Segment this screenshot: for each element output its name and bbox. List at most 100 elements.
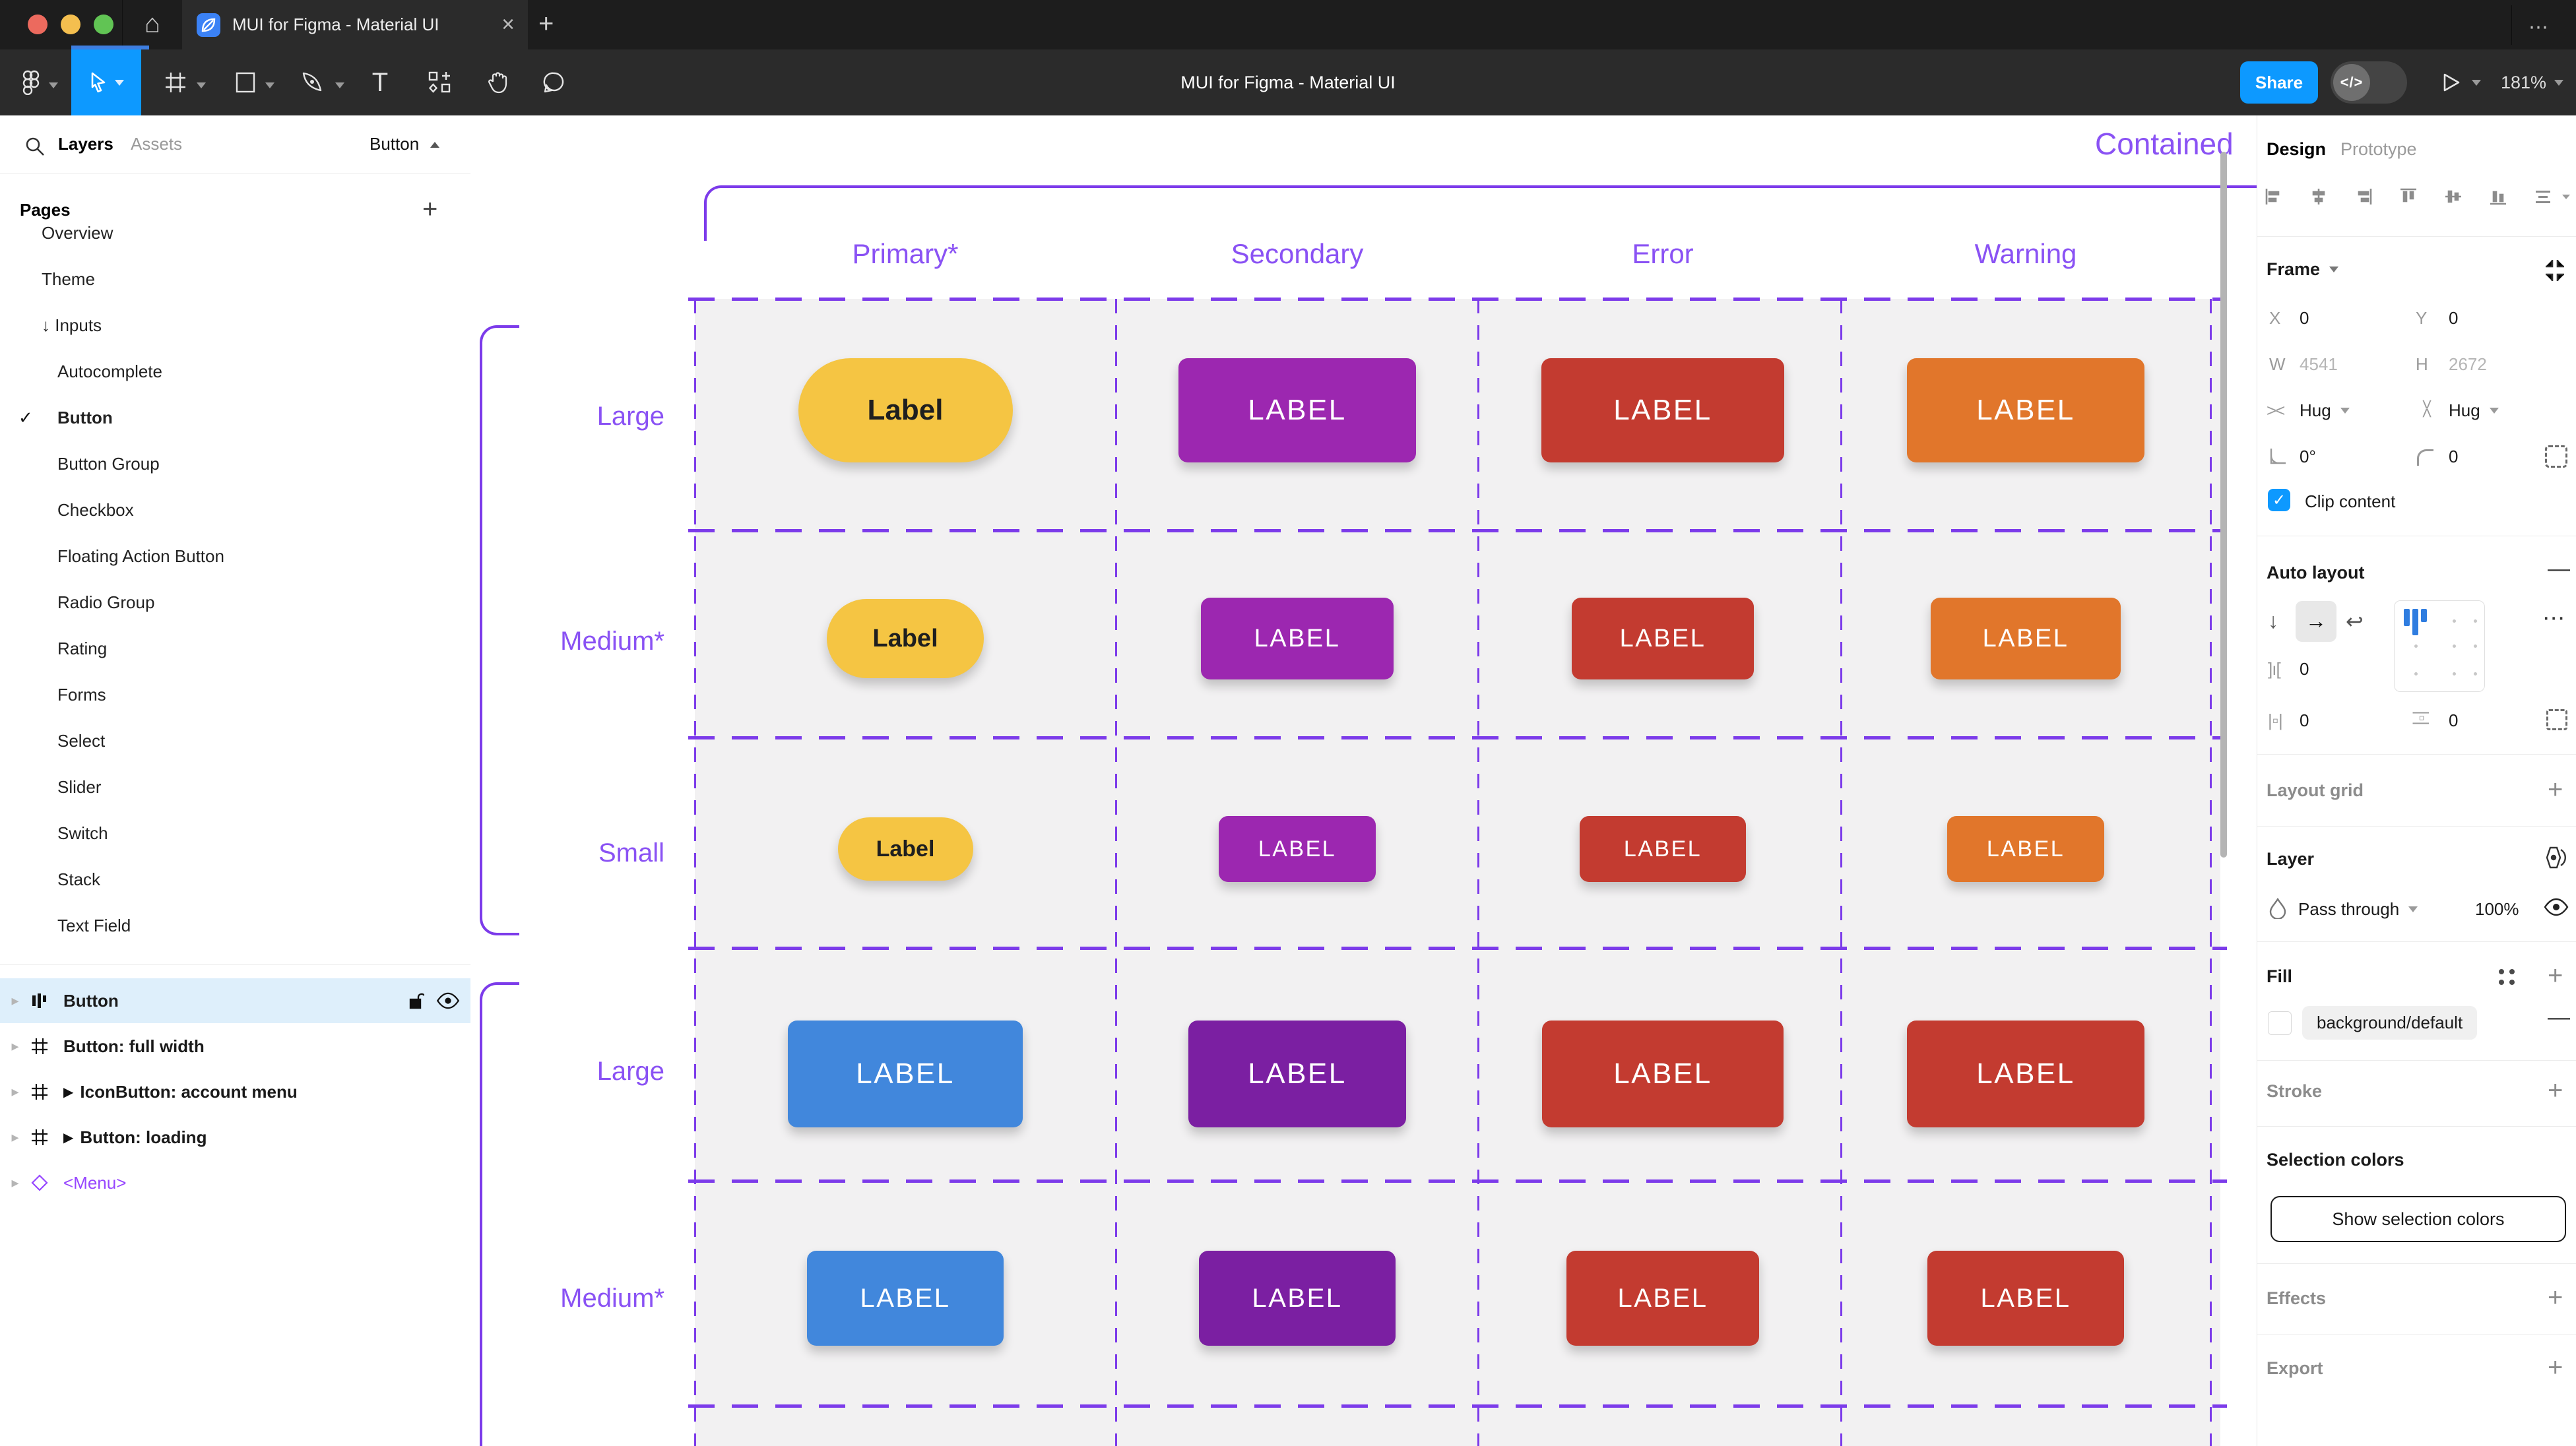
independent-padding-icon[interactable] [2546,709,2567,730]
frame-tool-button[interactable] [157,49,194,115]
specimen-button-r5-c4[interactable]: LABEL [1927,1251,2124,1346]
present-button[interactable] [2441,49,2481,115]
canvas[interactable]: Contained Primary*SecondaryErrorWarning … [470,115,2257,1446]
expand-chevron-icon[interactable]: ▸ [5,992,25,1009]
rotation-value[interactable]: 0° [2300,447,2316,467]
add-export-button[interactable]: + [2548,1354,2563,1381]
hug-vertical-select[interactable]: Hug [2449,400,2499,421]
w-value[interactable]: 4541 [2300,354,2338,375]
sidebar-page-floating-action-button[interactable]: Floating Action Button [0,534,470,578]
share-button[interactable]: Share [2240,61,2318,104]
main-menu-chevron-icon[interactable] [49,80,58,92]
specimen-button-r4-c2[interactable]: LABEL [1188,1021,1406,1127]
specimen-button-r3-c4[interactable]: LABEL [1947,816,2104,882]
collapse-icon[interactable] [2544,259,2566,282]
align-horizontal-center-icon[interactable] [2309,187,2329,206]
add-stroke-button[interactable]: + [2548,1077,2563,1104]
expand-chevron-icon[interactable]: ▸ [5,1038,25,1055]
comment-tool-button[interactable] [534,49,574,115]
sidebar-page-inputs[interactable]: ↓ Inputs [0,303,470,347]
align-right-icon[interactable] [2354,187,2373,206]
blend-mode-icon[interactable] [2544,846,2567,869]
window-zoom-button[interactable] [94,15,113,34]
sidebar-page-checkbox[interactable]: Checkbox [0,488,470,532]
new-tab-button[interactable]: + [538,9,554,39]
tab-prototype[interactable]: Prototype [2340,139,2417,160]
specimen-button-r5-c3[interactable]: LABEL [1566,1251,1759,1346]
specimen-button-r2-c2[interactable]: LABEL [1201,598,1394,679]
eye-icon[interactable] [2544,898,2569,916]
specimen-button-r4-c1[interactable]: LABEL [788,1021,1023,1127]
sidebar-page-button[interactable]: ✓Button [0,396,470,439]
eye-icon[interactable] [436,992,460,1009]
specimen-button-r3-c2[interactable]: LABEL [1219,816,1376,882]
remove-auto-layout-button[interactable]: — [2548,556,2570,582]
text-tool-button[interactable]: T [362,49,399,115]
show-selection-colors-button[interactable]: Show selection colors [2270,1196,2566,1242]
sidebar-page-radio-group[interactable]: Radio Group [0,581,470,624]
auto-layout-alignment-grid[interactable] [2394,600,2485,692]
tab-design[interactable]: Design [2267,139,2326,160]
specimen-button-r1-c2[interactable]: LABEL [1178,358,1416,462]
padding-horizontal-value[interactable]: 0 [2300,710,2309,731]
component-selector-chevron-icon[interactable] [430,142,439,148]
sidebar-page-button-group[interactable]: Button Group [0,442,470,486]
tab-assets[interactable]: Assets [131,134,182,154]
add-layout-grid-button[interactable]: + [2548,776,2563,803]
zoom-menu[interactable]: 181% [2501,49,2563,115]
window-minimize-button[interactable] [61,15,80,34]
sidebar-page-select[interactable]: Select [0,719,470,763]
specimen-button-r2-c4[interactable]: LABEL [1931,598,2121,679]
align-vertical-center-icon[interactable] [2443,187,2463,206]
resources-tool-button[interactable] [420,49,459,115]
specimen-button-r1-c3[interactable]: LABEL [1541,358,1784,462]
auto-layout-right-button[interactable]: → [2296,601,2336,642]
sidebar-page-text-field[interactable]: Text Field [0,904,470,947]
dev-mode-toggle[interactable]: </> [2331,61,2407,104]
expand-chevron-icon[interactable]: ▸ [5,1174,25,1191]
figma-home-button[interactable]: ⌂ [122,0,183,49]
independent-corners-icon[interactable] [2545,445,2567,468]
figma-main-menu[interactable] [15,49,48,115]
opacity-value[interactable]: 100% [2475,899,2519,920]
auto-layout-more-button[interactable]: ⋯ [2542,605,2566,631]
padding-vertical-value[interactable]: 0 [2449,710,2458,731]
shape-tool-button[interactable] [227,49,264,115]
hug-horizontal-select[interactable]: Hug [2300,400,2350,421]
sidebar-page-slider[interactable]: Slider [0,765,470,809]
specimen-button-r4-c3[interactable]: LABEL [1542,1021,1784,1127]
specimen-button-r1-c1[interactable]: Label [798,358,1013,462]
specimen-button-r5-c1[interactable]: LABEL [807,1251,1004,1346]
canvas-scrollbar[interactable] [2220,152,2227,858]
search-icon[interactable] [24,135,46,158]
add-effect-button[interactable]: + [2548,1284,2563,1311]
shape-tool-chevron-icon[interactable] [265,80,274,92]
layer-row-button-selected[interactable]: ▸Button [0,978,470,1023]
sidebar-page-rating[interactable]: Rating [0,627,470,670]
pen-tool-chevron-icon[interactable] [335,80,344,92]
align-left-icon[interactable] [2264,187,2284,206]
layer-row-4[interactable]: ▸<Menu> [0,1160,470,1205]
layer-row-2[interactable]: ▸▶IconButton: account menu [0,1069,470,1114]
h-value[interactable]: 2672 [2449,354,2487,375]
unlock-icon[interactable] [408,991,424,1010]
fill-styles-icon[interactable] [2499,969,2515,985]
specimen-button-r2-c1[interactable]: Label [827,599,984,678]
specimen-button-r2-c3[interactable]: LABEL [1572,598,1754,679]
distribute-menu[interactable] [2533,187,2570,206]
tab-close-icon[interactable]: × [501,12,515,38]
specimen-button-r4-c4[interactable]: LABEL [1907,1021,2144,1127]
pen-tool-button[interactable] [293,49,333,115]
specimen-button-r3-c1[interactable]: Label [838,817,973,881]
auto-layout-down-button[interactable]: ↓ [2268,609,2278,633]
auto-layout-wrap-button[interactable]: ↩ [2346,609,2364,634]
layer-row-1[interactable]: ▸Button: full width [0,1024,470,1069]
hand-tool-button[interactable] [479,49,519,115]
component-selector[interactable]: Button [370,134,419,154]
fill-color-swatch[interactable] [2268,1011,2292,1035]
sidebar-page-switch[interactable]: Switch [0,811,470,855]
x-value[interactable]: 0 [2300,308,2309,329]
blend-mode-select[interactable]: Pass through [2298,899,2418,920]
sidebar-page-theme[interactable]: Theme [0,257,470,301]
add-fill-button[interactable]: + [2548,962,2563,989]
